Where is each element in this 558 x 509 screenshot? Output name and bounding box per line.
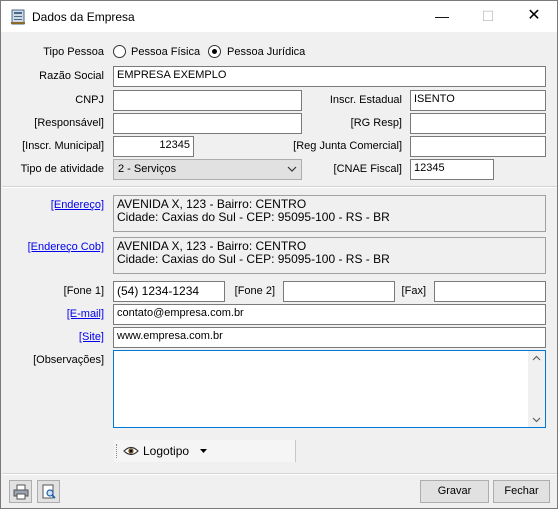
endereco-cob-box: AVENIDA X, 123 - Bairro: CENTRO Cidade: … [113,237,546,274]
reg-junta-field[interactable] [410,136,546,157]
print-preview-button[interactable] [37,480,60,503]
site-link[interactable]: [Site] [79,331,104,343]
observacoes-label: [Observações] [33,354,104,366]
razao-social-field[interactable]: EMPRESA EXEMPLO [113,66,546,87]
logotipo-dropdown[interactable]: Logotipo [114,440,296,462]
rg-resp-label: [RG Resp] [350,117,402,129]
observacoes-scrollbar[interactable] [528,351,545,427]
fax-label: [Fax] [401,285,426,297]
tipo-atividade-label: Tipo de atividade [20,163,104,175]
chevron-down-icon [287,166,297,172]
endereco-cob-line2: Cidade: Caxias do Sul - CEP: 95095-100 -… [117,252,390,266]
tipo-pessoa-label: Tipo Pessoa [43,46,104,58]
maximize-button[interactable]: ☐ [465,1,511,31]
rg-resp-field[interactable] [410,113,546,134]
radio-pessoa-fisica[interactable] [113,45,126,58]
divider [2,186,557,188]
fechar-button[interactable]: Fechar [493,480,550,503]
printer-icon [13,484,29,500]
close-button[interactable]: ✕ [511,1,557,31]
responsavel-label: [Responsável] [34,117,104,129]
radio-pessoa-juridica[interactable] [208,45,221,58]
radio-pessoa-juridica-label[interactable]: Pessoa Jurídica [227,46,305,58]
print-button[interactable] [9,480,32,503]
inscr-municipal-label: [Inscr. Municipal] [22,140,104,152]
radio-pessoa-fisica-label[interactable]: Pessoa Física [131,46,200,58]
inscr-estadual-label: Inscr. Estadual [329,94,402,106]
fone2-field[interactable] [283,281,395,302]
fax-field[interactable] [434,281,546,302]
title-bar: Dados da Empresa — ☐ ✕ [1,1,557,32]
tipo-atividade-value: 2 - Serviços [118,163,177,175]
site-field[interactable]: www.empresa.com.br [113,327,546,348]
cnpj-field[interactable] [113,90,302,111]
eye-icon [123,446,139,456]
email-link[interactable]: [E-mail] [67,308,104,320]
cnae-fiscal-field[interactable]: 12345 [410,159,494,180]
endereco-cob-link[interactable]: [Endereço Cob] [28,241,104,253]
reg-junta-label: [Reg Junta Comercial] [293,140,402,152]
cnae-fiscal-label: [CNAE Fiscal] [333,163,402,175]
print-preview-icon [42,484,56,499]
grip-handle [116,444,118,458]
responsavel-field[interactable] [113,113,302,134]
fone1-field[interactable]: (54) 1234-1234 [113,281,225,302]
email-field[interactable]: contato@empresa.com.br [113,304,546,325]
observacoes-field[interactable] [113,350,546,428]
footer-divider [2,473,557,475]
window: Dados da Empresa — ☐ ✕ Tipo Pessoa Pesso… [0,0,558,509]
endereco-line2: Cidade: Caxias do Sul - CEP: 95095-100 -… [117,210,390,224]
cnpj-label: CNPJ [75,94,104,106]
razao-social-label: Razão Social [39,70,104,82]
fone1-label: [Fone 1] [63,285,104,297]
endereco-box: AVENIDA X, 123 - Bairro: CENTRO Cidade: … [113,195,546,232]
fone2-label: [Fone 2] [234,285,275,297]
caret-down-icon [200,449,207,453]
scroll-up-icon[interactable] [532,354,541,363]
minimize-button[interactable]: — [419,1,465,31]
inscr-estadual-field[interactable]: ISENTO [410,90,546,111]
scroll-down-icon[interactable] [532,415,541,424]
logotipo-label: Logotipo [143,444,190,458]
tipo-atividade-select[interactable]: 2 - Serviços [113,159,302,180]
app-icon [11,9,25,25]
gravar-button[interactable]: Gravar [420,480,489,503]
endereco-link[interactable]: [Endereço] [51,199,104,211]
inscr-municipal-field[interactable]: 12345 [113,136,194,157]
window-title: Dados da Empresa [32,10,135,24]
